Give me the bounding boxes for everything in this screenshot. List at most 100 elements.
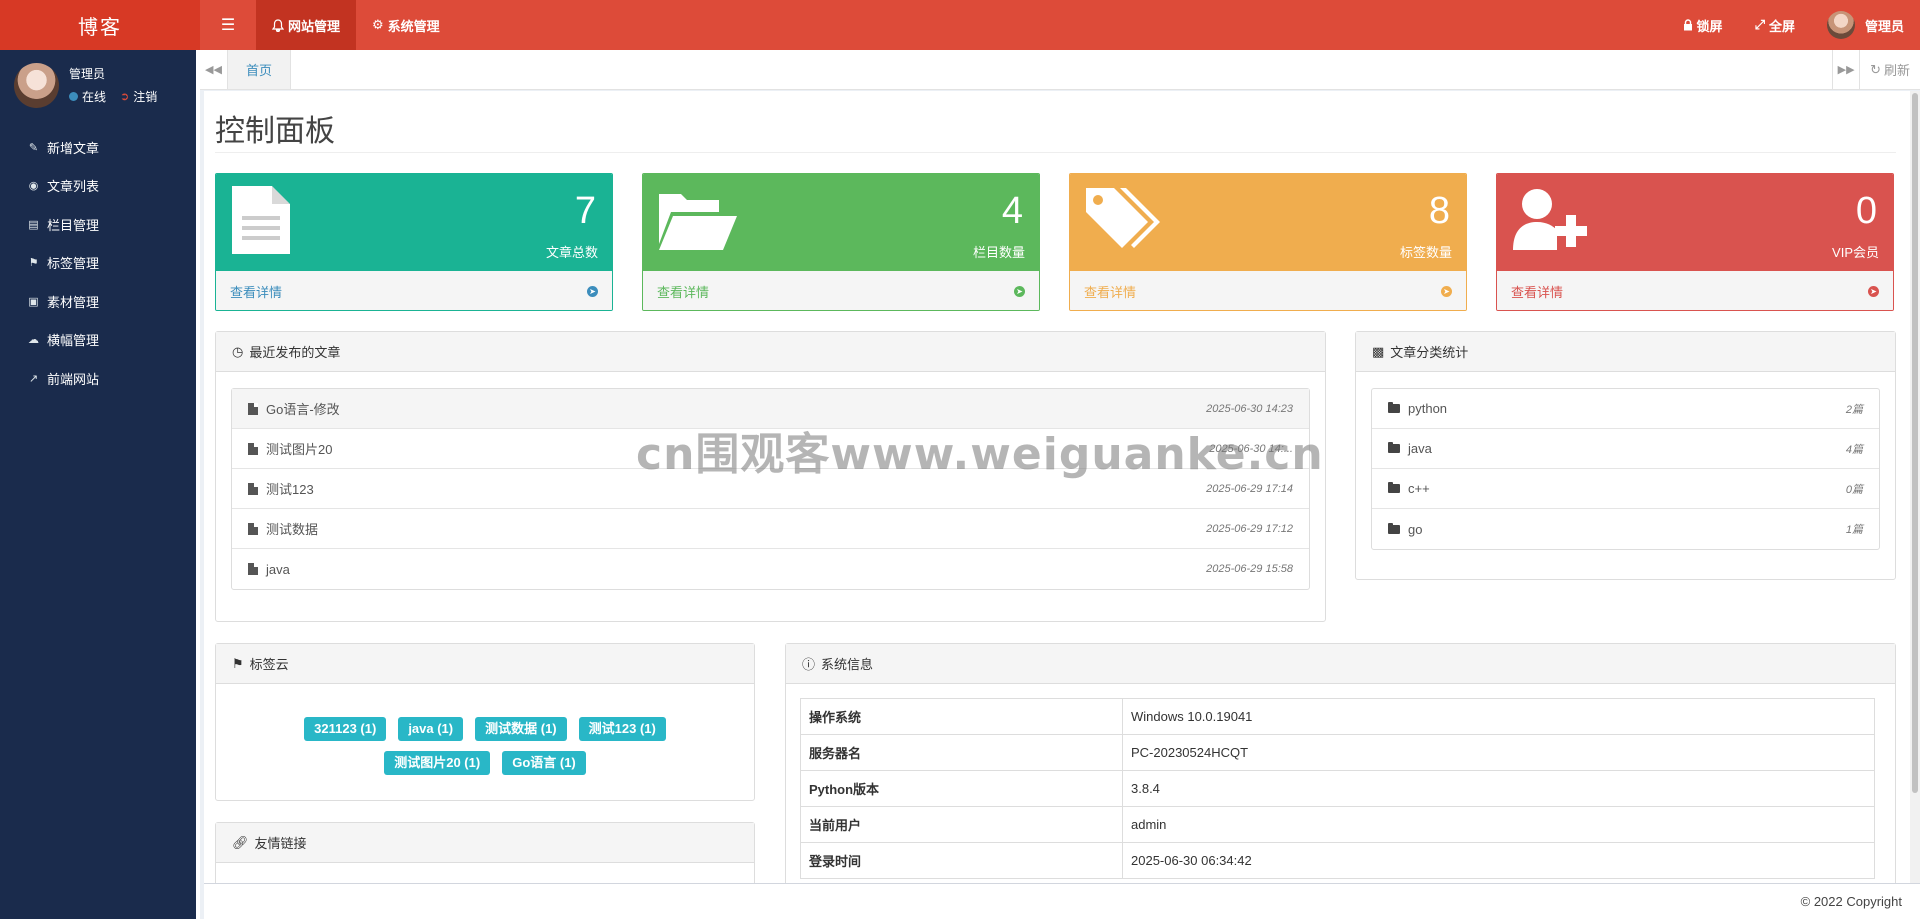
fullscreen-label: 全屏: [1768, 18, 1795, 34]
system-info-panel: ⓘ 系统信息 操作系统 Windows 10.0.19041 服务器名 PC-202…: [785, 643, 1896, 883]
stat-detail-link[interactable]: 查看详情 ➤: [216, 271, 612, 310]
tab-scroll-left-button[interactable]: ◀◀: [200, 50, 228, 89]
top-header: 博客 ☰ 网站管理 ⚙ 系统管理 锁屏 ⤢ 全屏 管理员: [0, 0, 1920, 50]
panel-title: 系统信息: [821, 657, 874, 672]
category-name: c++: [1408, 481, 1430, 496]
file-icon: [248, 402, 258, 415]
sidebar-menu: ✎ 新增文章 ◉ 文章列表 ▤ 栏目管理 ⚑ 标签管理 ▣ 素材管理 ☁ 横幅管…: [0, 128, 200, 398]
scrollbar-thumb[interactable]: [1912, 93, 1918, 793]
sidebar-item-article-list[interactable]: ◉ 文章列表: [0, 167, 200, 206]
tab-home[interactable]: 首页: [228, 50, 292, 89]
user-menu-button[interactable]: 管理员: [1811, 0, 1920, 50]
stat-detail-link[interactable]: 查看详情 ➤: [643, 271, 1039, 310]
panel-title: 友情链接: [254, 836, 307, 851]
list-item[interactable]: go 1篇: [1372, 509, 1879, 549]
sidebar-item-tags[interactable]: ⚑ 标签管理: [0, 244, 200, 283]
page-title: 控制面板: [215, 115, 335, 148]
list-item[interactable]: java 2025-06-29 15:58: [232, 549, 1309, 589]
friend-links-panel: 🔗︎ 友情链接: [215, 822, 755, 883]
online-dot-icon: [69, 92, 78, 101]
dashboard-icon: ◉: [28, 180, 39, 193]
avatar: [14, 62, 59, 108]
category-list: python 2篇 java 4篇 c++ 0篇 go 1篇: [1371, 388, 1880, 550]
pencil-icon: ✎: [28, 141, 39, 154]
info-value: Windows 10.0.19041: [1122, 698, 1875, 735]
arrow-circle-right-icon: ➤: [587, 285, 598, 297]
table-row: 当前用户 admin: [800, 806, 1875, 843]
logout-link[interactable]: 注销: [133, 88, 157, 105]
info-value: admin: [1122, 806, 1875, 843]
divider: [215, 152, 1896, 153]
category-count: 4篇: [1845, 443, 1863, 456]
tag-cloud: 321123 (1) java (1) 测试数据 (1) 测试123 (1) 测试图片…: [216, 712, 754, 780]
list-item[interactable]: java 4篇: [1372, 429, 1879, 469]
double-chevron-left-icon: ◀◀: [205, 64, 222, 76]
nav-website-management[interactable]: 网站管理: [256, 0, 357, 50]
sidebar-scrollbar[interactable]: [196, 50, 200, 919]
sidebar-item-new-article[interactable]: ✎ 新增文章: [0, 128, 200, 167]
stat-label: 文章总数: [545, 245, 598, 260]
list-item[interactable]: 测试数据 2025-06-29 17:12: [232, 509, 1309, 549]
lock-screen-button[interactable]: 锁屏: [1667, 0, 1739, 50]
article-title: Go语言-修改: [266, 402, 340, 417]
logout-icon: ➲: [120, 91, 130, 103]
category-name: java: [1408, 441, 1432, 456]
list-item[interactable]: 测试123 2025-06-29 17:14: [232, 469, 1309, 509]
stat-detail-link[interactable]: 查看详情 ➤: [1497, 271, 1893, 310]
tab-scroll-right-button[interactable]: ▶▶: [1832, 50, 1861, 89]
sidebar-item-columns[interactable]: ▤ 栏目管理: [0, 205, 200, 244]
list-item[interactable]: python 2篇: [1372, 389, 1879, 429]
fullscreen-button[interactable]: ⤢ 全屏: [1739, 0, 1811, 50]
tag-badge[interactable]: 测试123 (1): [578, 717, 666, 741]
sidebar-item-label: 文章列表: [47, 179, 100, 195]
table-row: Python版本 3.8.4: [800, 770, 1875, 807]
tag-badge[interactable]: 321123 (1): [304, 717, 387, 741]
tag-badge[interactable]: 测试图片20 (1): [384, 751, 491, 775]
stat-detail-label: 查看详情: [230, 284, 283, 300]
sidebar-item-banners[interactable]: ☁ 横幅管理: [0, 321, 200, 360]
main-content: 控制面板 7 文章总数 查看详情 ➤ 4 栏目数量 查看详情 ➤ 8 标签数量 …: [204, 91, 1910, 883]
user-menu-label: 管理员: [1864, 18, 1904, 34]
hamburger-icon: ☰: [220, 17, 236, 34]
tags-icon: ⚑: [232, 655, 244, 671]
category-name: go: [1408, 521, 1423, 537]
footer: © 2022 Copyright: [204, 883, 1920, 919]
info-circle-icon: ⓘ: [802, 657, 816, 672]
list-item[interactable]: c++ 0篇: [1372, 469, 1879, 509]
nav-label: 系统管理: [387, 18, 440, 34]
folder-icon: [1388, 442, 1400, 453]
sidebar-item-media[interactable]: ▣ 素材管理: [0, 282, 200, 321]
stat-detail-label: 查看详情: [1511, 284, 1564, 300]
content-scrollbar[interactable]: [1910, 91, 1920, 883]
nav-label: 网站管理: [288, 18, 341, 34]
tag-badge[interactable]: Go语言 (1): [502, 751, 586, 775]
arrow-circle-right-icon: ➤: [1441, 285, 1452, 297]
sidebar-toggle-button[interactable]: ☰: [200, 0, 256, 50]
category-name: python: [1408, 401, 1448, 416]
tag-badge[interactable]: java (1): [398, 717, 464, 741]
site-logo[interactable]: 博客: [0, 0, 200, 50]
article-title: 测试图片20: [266, 442, 333, 457]
user-name: 管理员: [69, 67, 106, 81]
bell-icon: [272, 18, 284, 32]
gear-icon: ⚙: [372, 17, 384, 32]
refresh-button[interactable]: ↻ 刷新: [1860, 50, 1920, 89]
list-item[interactable]: 测试图片20 2025-06-30 14:...: [232, 429, 1309, 469]
stat-detail-label: 查看详情: [657, 284, 710, 300]
category-count: 2篇: [1845, 403, 1863, 416]
tag-badge[interactable]: 测试数据 (1): [475, 717, 567, 741]
nav-system-management[interactable]: ⚙ 系统管理: [356, 0, 456, 50]
stat-detail-link[interactable]: 查看详情 ➤: [1070, 271, 1466, 310]
folder-icon: [1388, 522, 1400, 534]
double-chevron-right-icon: ▶▶: [1837, 64, 1855, 76]
panel-title: 最近发布的文章: [249, 345, 341, 360]
article-date: 2025-06-30 14:...: [1209, 442, 1293, 455]
table-row: 服务器名 PC-20230524HCQT: [800, 734, 1875, 771]
clock-icon: ◷: [232, 343, 244, 359]
sidebar-item-label: 标签管理: [47, 256, 100, 272]
sidebar-item-frontend[interactable]: ↗ 前端网站: [0, 359, 200, 398]
file-icon: [248, 482, 258, 495]
list-item[interactable]: Go语言-修改 2025-06-30 14:23: [232, 389, 1309, 429]
folder-open-icon: [659, 194, 737, 250]
sidebar-item-label: 前端网站: [47, 371, 100, 387]
